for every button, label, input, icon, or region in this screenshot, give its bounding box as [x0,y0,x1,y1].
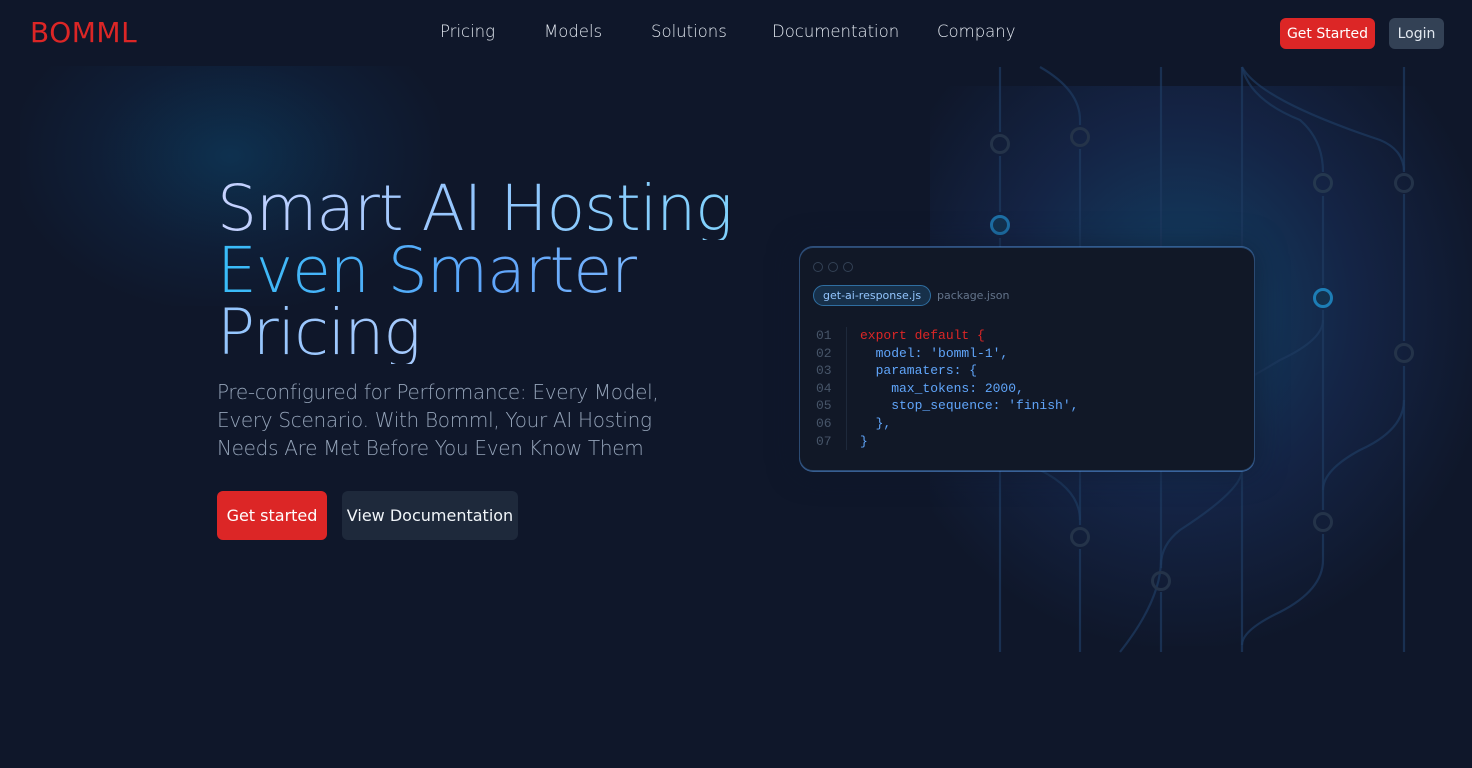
circuit-line [1240,534,1325,646]
hero-title-line-3: Pricing [217,301,777,364]
gutter-divider [846,414,847,433]
code-preview-panel: get-ai-response.js package.json 01 export… [799,247,1255,471]
nav-link-documentation[interactable]: Documentation [772,22,899,41]
code-text: }, [860,415,892,431]
code-text: } [860,433,868,449]
code-line: 03 paramaters: { [816,362,1078,380]
line-number: 04 [816,380,832,396]
code-line: 02 model: 'bomml-1', [816,344,1078,363]
line-number: 07 [816,433,832,449]
window-dot-icon [843,262,853,272]
gutter-divider [846,362,847,380]
code-line: 04 max_tokens: 2000, [816,379,1078,398]
main-nav: Pricing Models Solutions Documentation C… [0,22,1472,46]
hero-subtitle: Pre-configured for Performance: Every Mo… [217,380,659,460]
circuit-node [1070,527,1090,547]
circuit-line [1039,469,1082,521]
get-started-button[interactable]: Get started [217,491,327,540]
gutter-divider [846,327,847,345]
tab-get-ai-response-js[interactable]: get-ai-response.js [813,285,932,306]
code-block: 01 export default {02 model: 'bomml-1', 03… [816,327,1078,451]
code-line: 05 stop_sequence: 'finish', [816,397,1078,415]
window-dot-icon [828,262,838,272]
window-dot-icon [813,262,823,272]
code-text: export default { [860,328,985,343]
circuit-node-active [1313,288,1333,308]
code-line: 01 export default { [816,327,1078,345]
window-controls [813,262,853,272]
circuit-node [990,134,1010,154]
circuit-node [1394,343,1414,363]
circuit-line [1241,66,1406,173]
view-documentation-button[interactable]: View Documentation [342,491,518,540]
header-get-started-button[interactable]: Get Started [1280,18,1375,49]
circuit-node-active [990,215,1010,235]
line-number: 05 [816,398,832,414]
line-number: 01 [816,328,832,343]
hero-title-line-2: Even Smarter [217,239,777,302]
code-line: 06 }, [816,414,1078,433]
nav-link-solutions[interactable]: Solutions [651,22,727,41]
nav-link-models[interactable]: Models [544,22,602,41]
circuit-node [1313,173,1333,193]
gutter-divider [846,432,847,451]
line-number: 03 [816,363,832,379]
hero-section: Smart AI Hosting Even Smarter Pricing Pr… [0,66,1472,768]
hero-title: Smart AI Hosting Even Smarter Pricing [217,177,777,364]
login-button[interactable]: Login [1389,18,1444,49]
tab-package-json[interactable]: package.json [937,285,1009,306]
circuit-node [1151,571,1171,591]
code-text: stop_sequence: 'finish', [860,398,1079,414]
circuit-node [1313,512,1333,532]
circuit-node [1394,173,1414,193]
circuit-line [1240,66,1325,173]
line-number: 02 [816,345,832,361]
gutter-divider [846,379,847,398]
code-line: 07} [816,432,1078,451]
circuit-line [1321,399,1406,491]
gutter-divider [846,397,847,415]
nav-link-pricing[interactable]: Pricing [440,22,495,41]
nav-link-company[interactable]: Company [937,22,1016,41]
hero-title-line-1: Smart AI Hosting [217,177,777,240]
line-number: 06 [816,415,832,431]
circuit-line [1039,66,1082,125]
circuit-line [1159,469,1244,566]
circuit-node [1070,127,1090,147]
code-text: model: 'bomml-1', [860,345,1009,361]
code-text: max_tokens: 2000, [860,380,1024,396]
code-text: paramaters: { [860,363,978,379]
gutter-divider [846,344,847,363]
site-header: BOMML Pricing Models Solutions Documenta… [0,0,1472,66]
